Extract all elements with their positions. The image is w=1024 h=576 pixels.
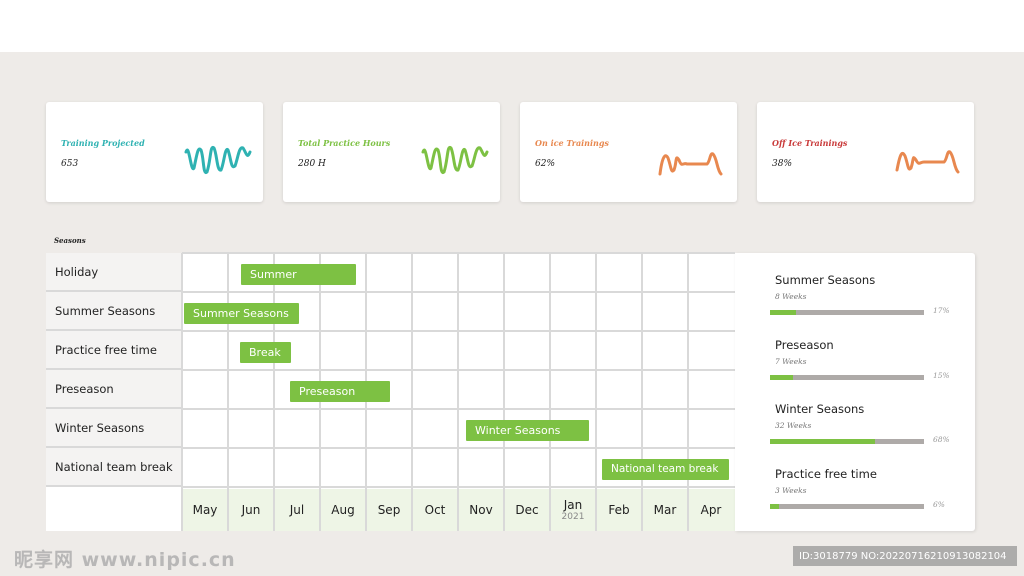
summary-percent: 6% — [933, 500, 945, 509]
wave-icon — [184, 145, 252, 175]
month-may: May — [192, 503, 218, 517]
kpi-value: 280 H — [298, 159, 326, 169]
summary-progress-fill — [770, 504, 780, 509]
pulse-icon — [658, 152, 723, 176]
kpi-value: 62% — [535, 159, 556, 169]
summary-percent: 17% — [933, 306, 950, 315]
grid-row-line — [182, 486, 735, 488]
kpi-title: Total Practice Hours — [298, 138, 391, 148]
row-label-preseason: Preseason — [46, 370, 182, 409]
year-label: 2021 — [561, 512, 585, 522]
summary-percent: 68% — [933, 435, 950, 444]
gantt-bar-summer-seasons[interactable]: Summer Seasons — [184, 303, 299, 324]
kpi-title: Training Projected — [61, 138, 145, 148]
row-label-summer-seasons: Summer Seasons — [46, 292, 182, 331]
summary-progress-bar — [770, 310, 924, 315]
top-header-bar — [0, 0, 1024, 52]
month-jul: Jul — [289, 503, 305, 517]
summary-title: Preseason — [775, 338, 834, 352]
season-summary-panel — [735, 253, 975, 531]
kpi-value: 38% — [772, 159, 793, 169]
section-title: Seasons — [54, 236, 86, 245]
summary-title: Practice free time — [775, 467, 877, 481]
summary-progress-fill — [770, 375, 794, 380]
row-label-holiday: Holiday — [46, 253, 182, 292]
kpi-card-total-practice-hours[interactable]: Total Practice Hours 280 H — [283, 102, 500, 202]
grid-row-line — [182, 291, 735, 293]
month-nov: Nov — [469, 503, 493, 517]
summary-progress-bar — [770, 504, 924, 509]
summary-weeks: 3 Weeks — [775, 486, 807, 495]
kpi-card-off-ice-trainings[interactable]: Off Ice Trainings 38% — [757, 102, 974, 202]
kpi-title: On ice Trainings — [535, 138, 609, 148]
summary-progress-bar — [770, 375, 924, 380]
kpi-value: 653 — [61, 159, 79, 169]
month-aug: Aug — [331, 503, 355, 517]
gantt-bar-break[interactable]: Break — [240, 342, 291, 363]
month-mar: Mar — [653, 503, 677, 517]
watermark-logo: 昵享网 www.nipic.cn — [14, 549, 236, 571]
summary-progress-bar — [770, 439, 924, 444]
image-id-tag: ID:3018779 NO:20220716210913082104 — [793, 546, 1017, 566]
month-sep: Sep — [377, 503, 401, 517]
month-dec: Dec — [515, 503, 539, 517]
grid-row-line — [182, 447, 735, 449]
month-jan-label: Jan — [563, 498, 583, 512]
month-jan: Jan 2021 — [550, 489, 596, 531]
summary-percent: 15% — [933, 371, 950, 380]
gantt-bar-preseason[interactable]: Preseason — [290, 381, 390, 402]
summary-progress-fill — [770, 439, 875, 444]
pulse-icon — [895, 150, 960, 174]
kpi-card-training-projected[interactable]: Training Projected 653 — [46, 102, 263, 202]
summary-title: Summer Seasons — [775, 273, 876, 287]
kpi-card-on-ice-trainings[interactable]: On ice Trainings 62% — [520, 102, 737, 202]
row-label-national-team-break: National team break — [46, 448, 182, 487]
summary-title: Winter Seasons — [775, 402, 865, 416]
row-label-practice-free-time: Practice free time — [46, 331, 182, 370]
month-jun: Jun — [241, 503, 261, 517]
summary-weeks: 7 Weeks — [775, 357, 807, 366]
row-label-winter-seasons: Winter Seasons — [46, 409, 182, 448]
grid-row-line — [182, 330, 735, 332]
grid-row-line — [182, 369, 735, 371]
gantt-bar-winter-seasons[interactable]: Winter Seasons — [466, 420, 589, 441]
kpi-title: Off Ice Trainings — [772, 138, 848, 148]
gantt-bar-summer[interactable]: Summer — [241, 264, 356, 285]
grid-row-line — [182, 252, 735, 254]
wave-icon — [421, 145, 489, 175]
month-apr: Apr — [700, 503, 722, 517]
month-feb: Feb — [608, 503, 630, 517]
grid-row-line — [182, 408, 735, 410]
summary-weeks: 8 Weeks — [775, 292, 807, 301]
month-oct: Oct — [424, 503, 446, 517]
summary-weeks: 32 Weeks — [775, 421, 812, 430]
summary-progress-fill — [770, 310, 797, 315]
gantt-bar-national-team-break[interactable]: National team break — [602, 459, 729, 480]
